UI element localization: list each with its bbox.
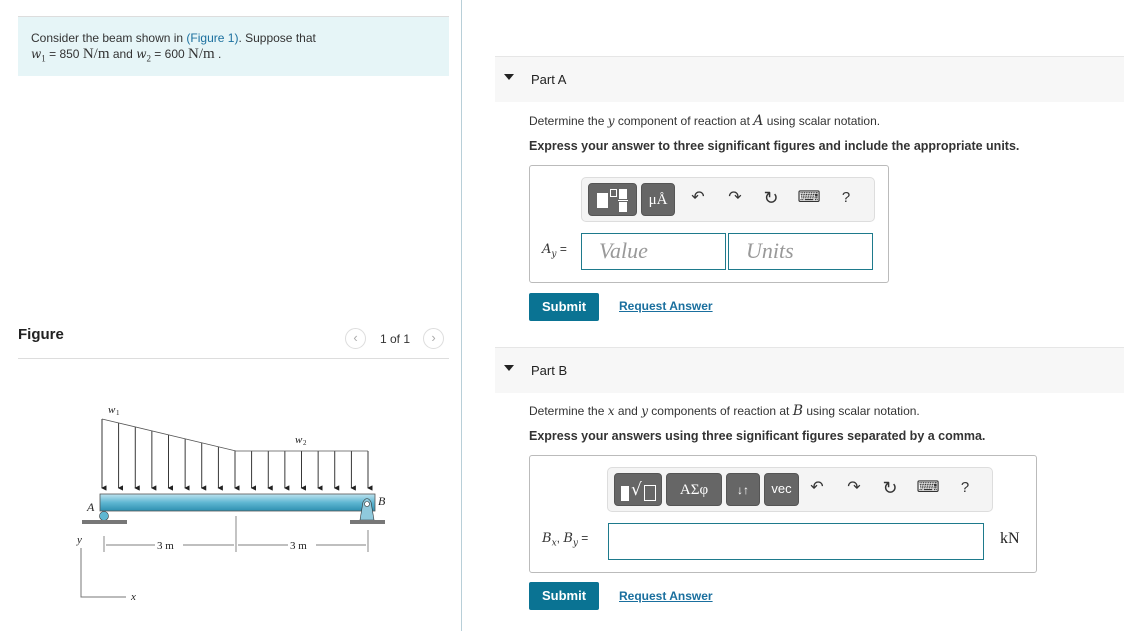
- load-envelope: [101, 418, 368, 452]
- subscript-superscript-button[interactable]: ↓↑: [726, 473, 760, 506]
- arrows-updown-icon: ↓↑: [737, 483, 749, 497]
- units-button[interactable]: μÅ: [641, 183, 675, 216]
- figure-header: Figure ‹ 1 of 1 ›: [18, 324, 449, 359]
- part-b-variable-label: Bx, By =: [542, 531, 589, 549]
- unit-label: kN: [1000, 530, 1020, 547]
- templates-button[interactable]: √: [614, 473, 662, 506]
- part-a-submit-button[interactable]: Submit: [529, 293, 599, 321]
- greek-icon: ΑΣφ: [679, 482, 709, 498]
- column-divider: [461, 0, 462, 631]
- previous-figure-button[interactable]: ‹: [345, 328, 366, 349]
- problem-line-1: Consider the beam shown in (Figure 1). S…: [31, 31, 316, 45]
- value-input[interactable]: Value: [581, 233, 726, 270]
- dim-label-right: 3 m: [290, 540, 307, 552]
- part-a-header[interactable]: Part A: [495, 56, 1124, 102]
- figure-pager-text: 1 of 1: [380, 332, 411, 346]
- collapse-triangle-icon: [504, 74, 514, 80]
- part-a-variable-label: Ay =: [542, 242, 567, 260]
- templates-button[interactable]: [588, 183, 637, 216]
- roller-support-a: [99, 511, 109, 521]
- part-b-math-toolbar: √ ΑΣφ ↓↑ vec ↶ ↷ ↻ ⌨ ?: [607, 467, 993, 512]
- vec-icon: vec: [771, 481, 792, 496]
- part-b-submit-button[interactable]: Submit: [529, 582, 599, 610]
- part-a-answer-box: μÅ ↶ ↷ ↻ ⌨ ? Ay = Value Units: [529, 165, 889, 283]
- answer-input[interactable]: [608, 523, 984, 560]
- collapse-triangle-icon: [504, 365, 514, 371]
- figure-link[interactable]: (Figure 1): [186, 31, 238, 45]
- part-a-prompt: Determine the y component of reaction at…: [529, 113, 881, 129]
- radical-template-icon: [621, 486, 629, 501]
- undo-icon[interactable]: ↶: [687, 178, 709, 218]
- greek-symbols-button[interactable]: ΑΣφ: [666, 473, 722, 506]
- fraction-template-icon: [597, 193, 608, 208]
- w1-label: w: [108, 404, 116, 416]
- part-b-header[interactable]: Part B: [495, 347, 1124, 393]
- axis-y-label: y: [76, 534, 82, 546]
- dim-label-left: 3 m: [157, 540, 174, 552]
- vector-button[interactable]: vec: [764, 473, 799, 506]
- part-a-math-toolbar: μÅ ↶ ↷ ↻ ⌨ ?: [581, 177, 875, 222]
- chevron-right-icon: ›: [431, 330, 436, 345]
- units-input[interactable]: Units: [728, 233, 873, 270]
- distributed-load: [101, 419, 373, 491]
- part-b-instruction: Express your answers using three signifi…: [529, 429, 986, 443]
- ground-b: [350, 520, 385, 524]
- chevron-left-icon: ‹: [353, 330, 358, 345]
- keyboard-icon[interactable]: ⌨: [916, 468, 940, 508]
- point-b-label: B: [378, 494, 386, 508]
- next-figure-button[interactable]: ›: [423, 328, 444, 349]
- keyboard-icon[interactable]: ⌨: [797, 178, 821, 218]
- axis-x-label: x: [130, 591, 136, 603]
- w2-sub: 2: [303, 439, 307, 447]
- part-b-prompt: Determine the x and y components of reac…: [529, 403, 920, 419]
- coordinate-axes: [80, 548, 126, 598]
- help-icon[interactable]: ?: [956, 468, 974, 508]
- part-a-instruction: Express your answer to three significant…: [529, 139, 1020, 153]
- problem-line-2: w1 = 850 N/m and w2 = 600 N/m .: [31, 46, 222, 64]
- part-a-label: Part A: [531, 72, 567, 87]
- part-b-label: Part B: [531, 363, 568, 378]
- reset-icon[interactable]: ↻: [760, 178, 782, 218]
- problem-statement: Consider the beam shown in (Figure 1). S…: [18, 16, 449, 76]
- beam-figure: 3 m 3 m w 1 w 2 A B y x: [76, 404, 386, 603]
- point-a-label: A: [86, 500, 95, 514]
- reset-icon[interactable]: ↻: [879, 468, 901, 508]
- pin-b: [364, 501, 370, 507]
- part-b-answer-box: √ ΑΣφ ↓↑ vec ↶ ↷ ↻ ⌨ ? Bx, By = kN: [529, 455, 1037, 573]
- w2-label: w: [295, 434, 303, 446]
- ground-a: [82, 520, 127, 524]
- figure-title: Figure: [18, 326, 64, 343]
- redo-icon[interactable]: ↷: [724, 178, 746, 218]
- w1-sub: 1: [116, 409, 120, 417]
- redo-icon[interactable]: ↷: [843, 468, 865, 508]
- help-icon[interactable]: ?: [837, 178, 855, 218]
- beam: [99, 493, 376, 512]
- part-b-request-answer-link[interactable]: Request Answer: [619, 589, 713, 603]
- part-a-request-answer-link[interactable]: Request Answer: [619, 299, 713, 313]
- undo-icon[interactable]: ↶: [806, 468, 828, 508]
- units-icon: μÅ: [648, 192, 668, 208]
